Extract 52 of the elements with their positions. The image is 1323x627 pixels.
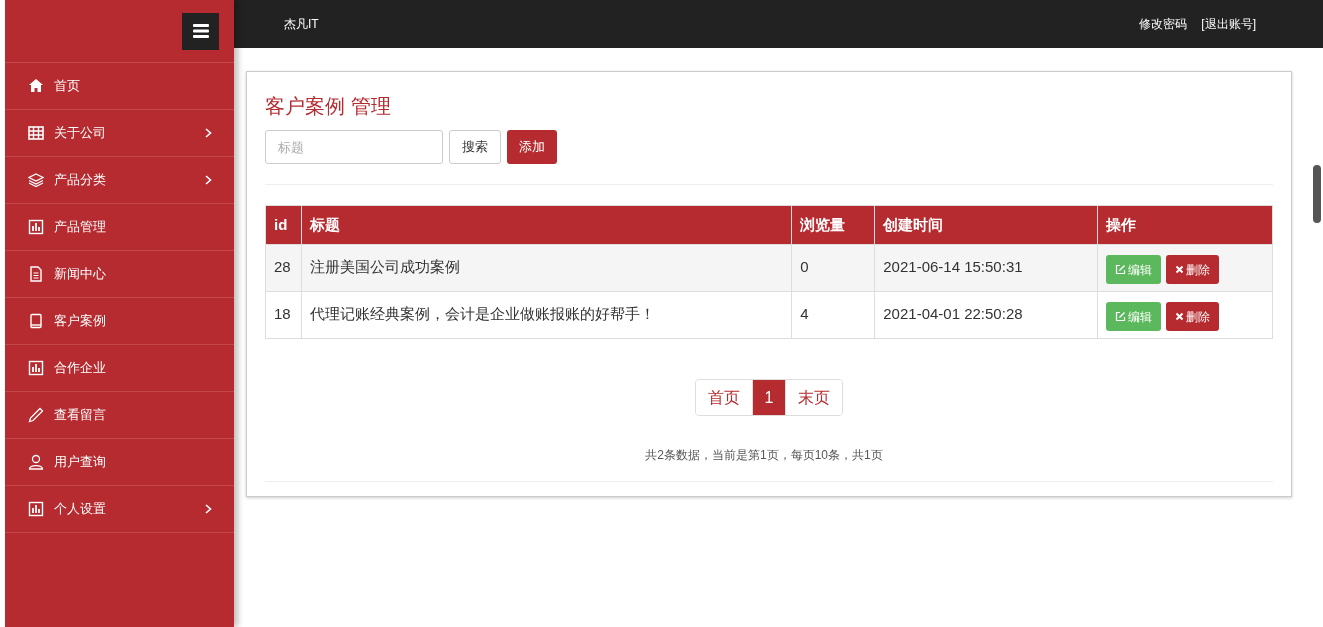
edit-icon [1115,311,1127,322]
close-icon [1175,265,1185,274]
sidebar-item[interactable]: 客户案例 [5,298,234,345]
menu-button[interactable] [182,12,219,50]
add-button[interactable]: 添加 [507,130,557,164]
table-cell: 2021-04-01 22:50:28 [874,291,1098,339]
sidebar-item[interactable]: 合作企业 [5,345,234,392]
sidebar-item[interactable]: 新闻中心 [5,251,234,298]
sidebar-item[interactable]: 个人设置 [5,486,234,533]
layers-icon [28,172,44,188]
delete-button[interactable]: 删除 [1166,255,1220,284]
column-header: 标题 [301,205,792,245]
page-link[interactable]: 1 [751,380,786,415]
table-cell: 28 [265,244,302,292]
table-cell: 18 [265,291,302,339]
scrollbar-thumb[interactable] [1313,165,1321,223]
grid-icon [28,125,44,141]
column-header: 创建时间 [874,205,1098,245]
table-cell: 代理记账经典案例，会计是企业做账报账的好帮手！ [301,291,792,339]
top-link[interactable]: [退出账号] [1201,15,1256,33]
sidebar-item[interactable]: 用户查询 [5,439,234,486]
pencil-icon [28,407,44,423]
search-button[interactable]: 搜索 [449,130,501,164]
close-icon [1175,312,1185,321]
column-header: 操作 [1097,205,1273,245]
page-link[interactable]: 末页 [785,380,843,415]
home-icon [28,78,44,94]
user-icon [28,454,44,470]
bar-chart-icon [28,219,44,235]
sidebar-item[interactable]: 产品管理 [5,204,234,251]
table-cell: 0 [791,244,875,292]
sidebar-item[interactable]: 产品分类 [5,157,234,204]
menu-icon [192,24,209,38]
document-icon [28,266,44,282]
bar-chart-icon [28,360,44,376]
column-header: 浏览量 [791,205,875,245]
page-title: 客户案例 管理 [265,94,392,119]
sidebar-item[interactable]: 首页 [5,63,234,110]
table-cell: 注册美国公司成功案例 [301,244,792,292]
column-header: id [265,205,302,245]
top-link[interactable]: 修改密码 [1139,15,1188,33]
search-field[interactable]: 标题 [265,130,443,164]
delete-button[interactable]: 删除 [1166,302,1220,331]
sidebar-item[interactable]: 查看留言 [5,392,234,439]
sidebar-item[interactable]: 关于公司 [5,110,234,157]
edit-icon [1115,264,1127,275]
brand-name[interactable]: 杰凡IT [284,15,319,33]
table-cell: 2021-06-14 15:50:31 [874,244,1098,292]
bar-chart-icon [28,501,44,517]
pagination-summary: 共2条数据，当前是第1页，每页10条，共1页 [644,447,884,464]
book-icon [28,313,44,329]
table-cell: 4 [791,291,875,339]
